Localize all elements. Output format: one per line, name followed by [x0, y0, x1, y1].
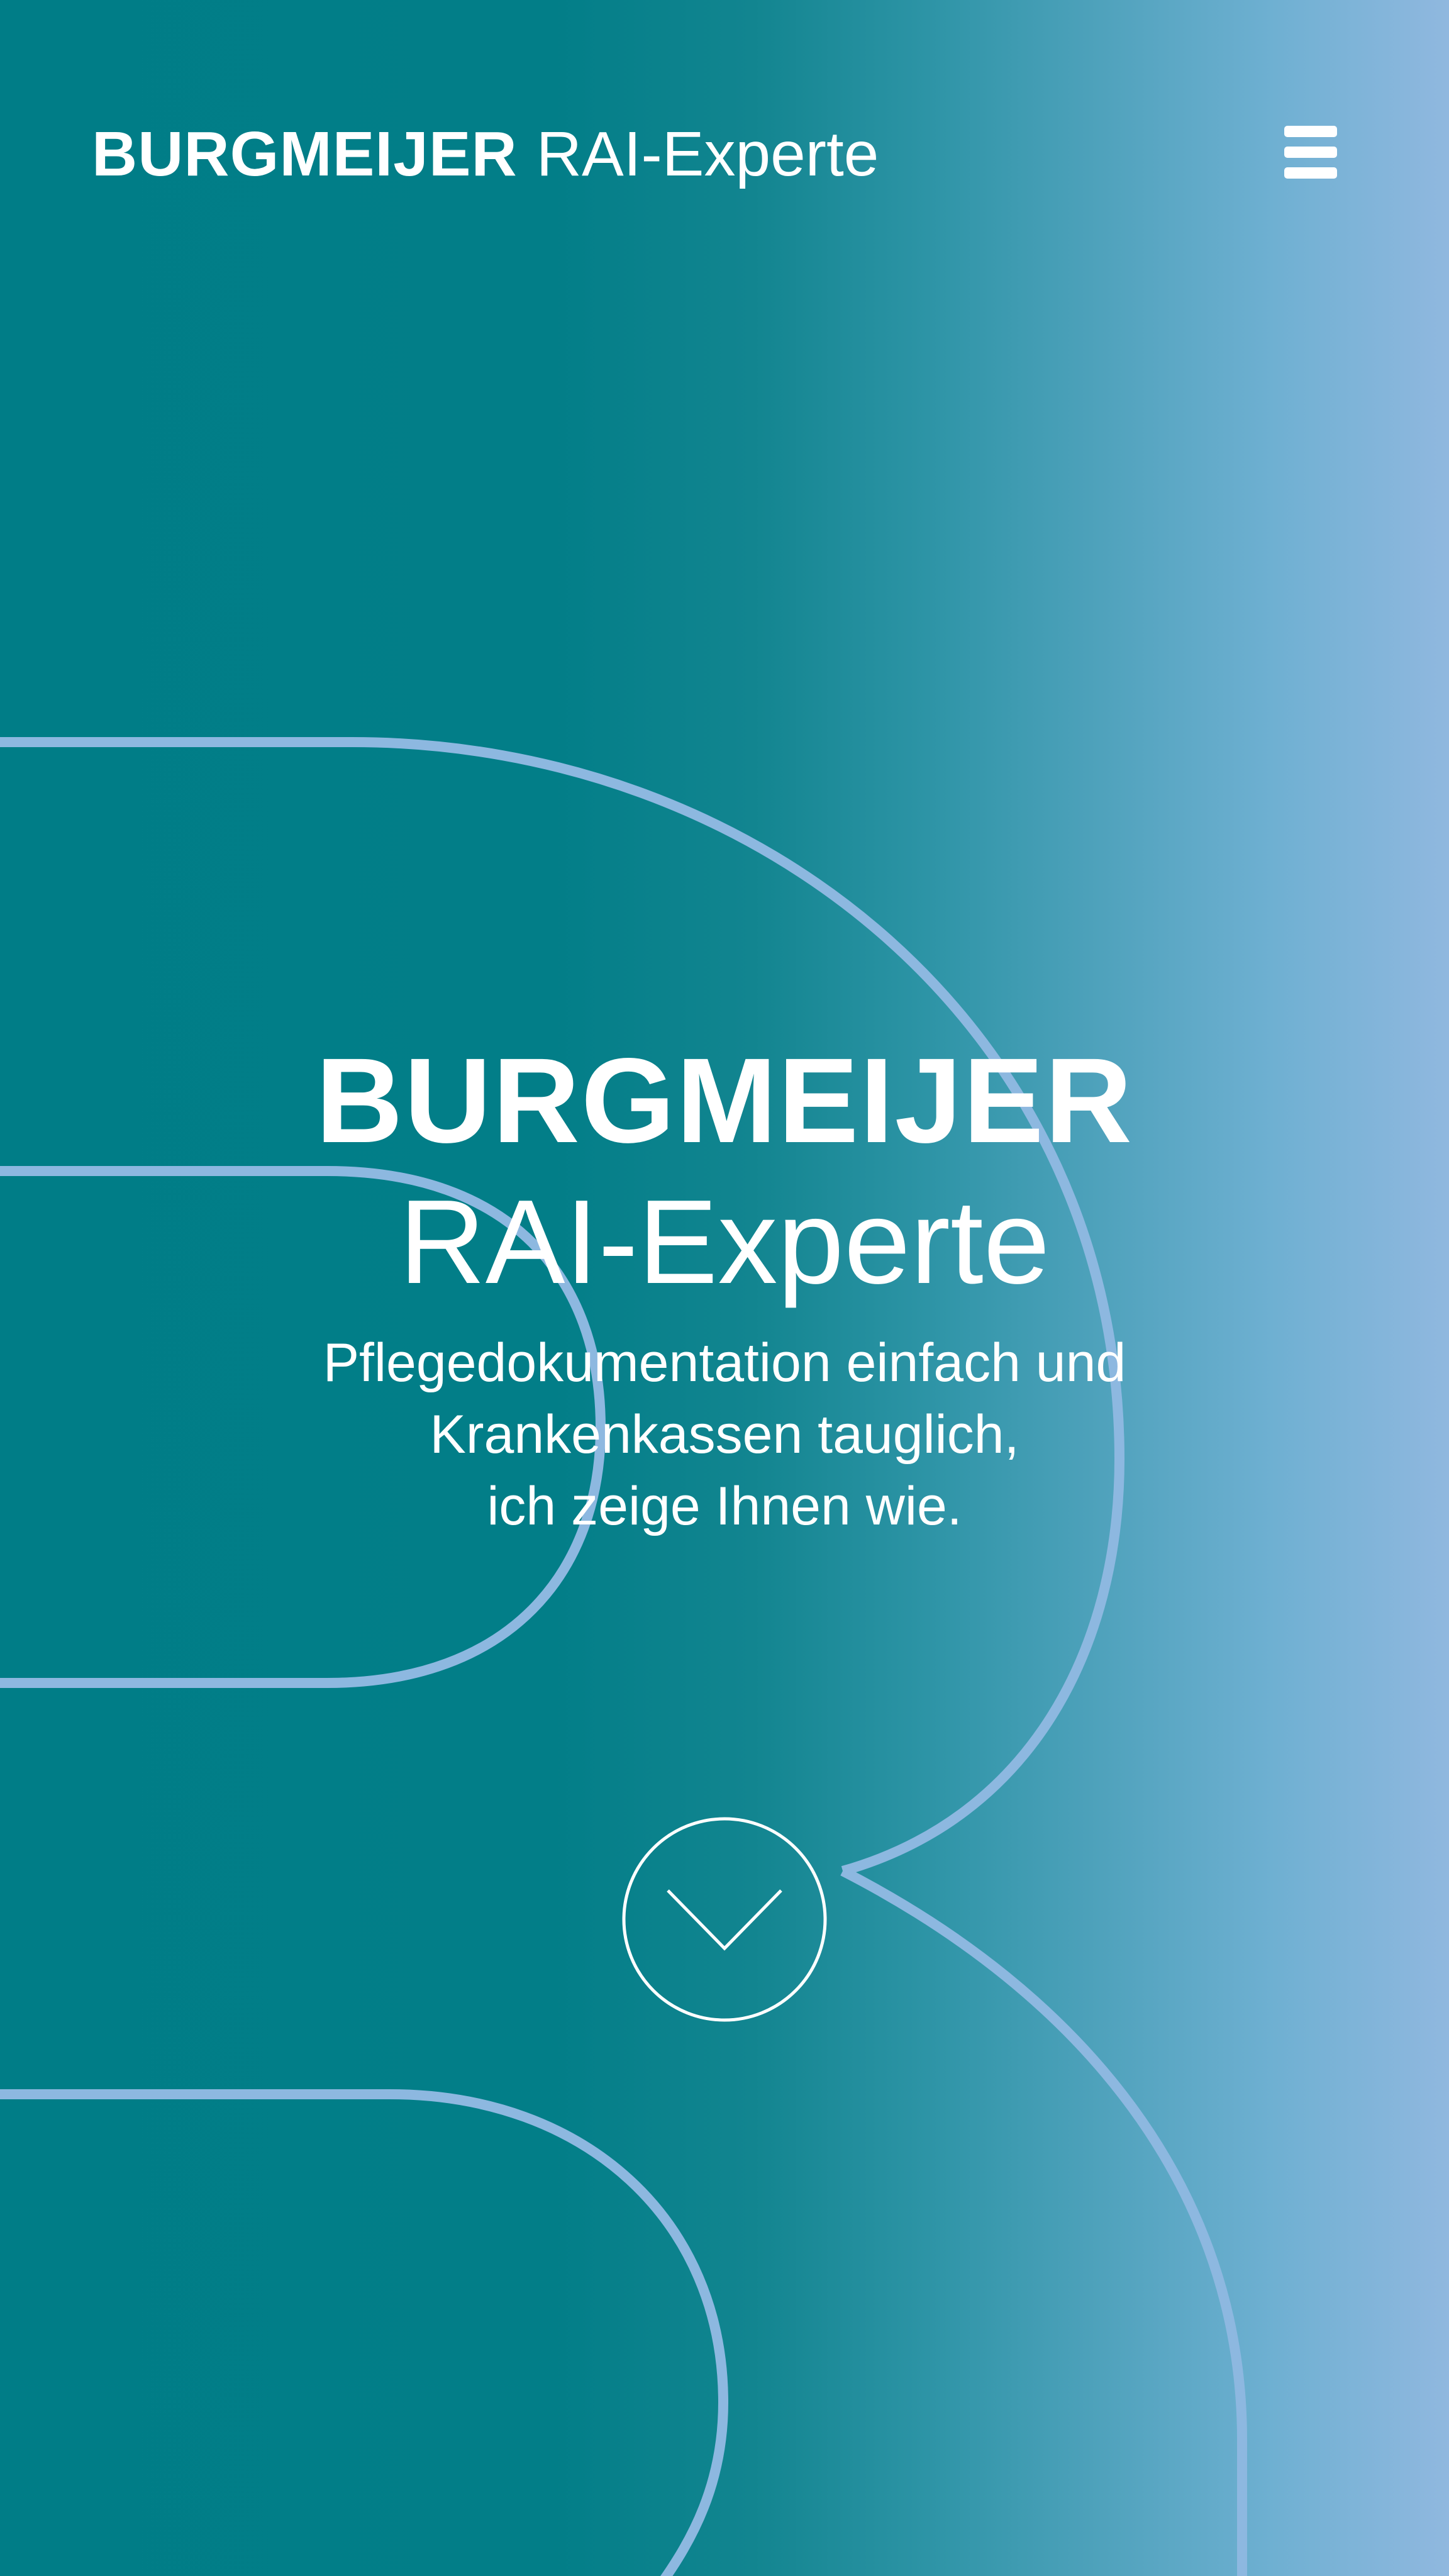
- hero-tagline-line: Krankenkassen tauglich,: [430, 1404, 1019, 1465]
- menu-button[interactable]: [1284, 126, 1337, 179]
- hero-tagline: Pflegedokumentation einfach und Krankenk…: [0, 1327, 1449, 1542]
- brand-logo-link[interactable]: BURGMEIJER RAI-Experte: [92, 113, 879, 195]
- hero-title: BURGMEIJER: [315, 1033, 1134, 1168]
- hero-tagline-line: ich zeige Ihnen wie.: [487, 1476, 962, 1536]
- hero-tagline-line: Pflegedokumentation einfach und: [323, 1333, 1126, 1393]
- hamburger-menu-icon: [1284, 126, 1337, 179]
- hero-subtitle: RAI-Experte: [399, 1175, 1050, 1309]
- brand-suffix: RAI-Experte: [536, 119, 879, 189]
- letter-b-outer-bottom-bowl: [840, 1866, 1247, 2576]
- scroll-down-button[interactable]: [621, 1816, 828, 2023]
- chevron-down-circle-icon: [622, 1817, 827, 2022]
- hero-section: BURGMEIJER RAI-Experte Pflegedokumentati…: [0, 1031, 1449, 1542]
- letter-b-inner-bottom-counter: [0, 2089, 729, 2576]
- brand-name: BURGMEIJER: [92, 119, 518, 189]
- site-header: BURGMEIJER RAI-Experte: [0, 0, 1449, 308]
